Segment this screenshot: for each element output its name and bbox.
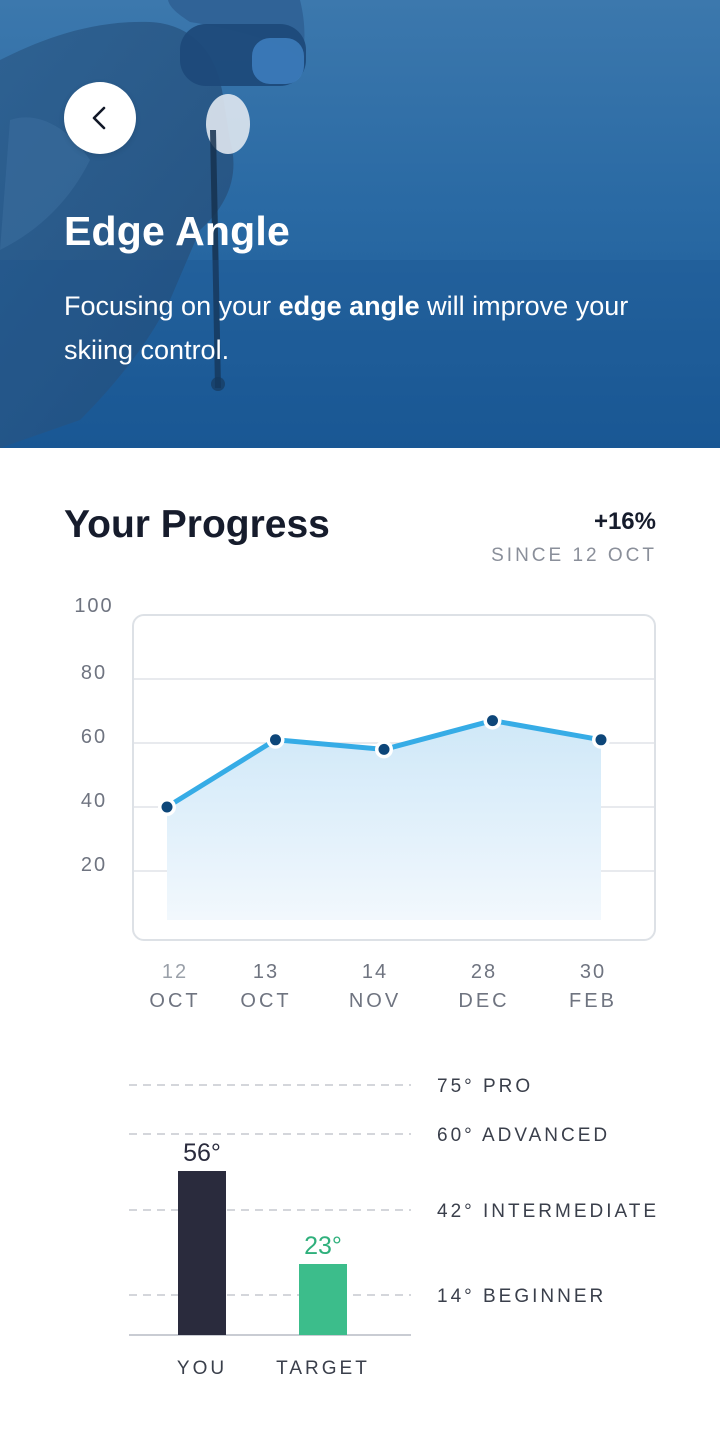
bar-category-label: TARGET: [276, 1358, 370, 1379]
level-label: 14° BEGINNER: [437, 1286, 606, 1307]
y-tick-label: 100: [74, 595, 113, 617]
target-bar: [299, 1264, 347, 1335]
progress-line-chart: 100 80 60 40 20 12 OCT 13 OCT 14 NOV 28 DEC 30 FEB: [74, 595, 656, 1012]
page-title: Edge Angle: [64, 208, 290, 254]
page-description: Focusing on your edge angle will improve…: [64, 284, 664, 372]
y-tick-label: 60: [81, 726, 107, 748]
chart-point: [378, 743, 390, 755]
edge-angle-bar-chart: 75° PRO 60° ADVANCED 42° INTERMEDIATE 14° B…: [129, 1076, 659, 1379]
x-tick-label: 13: [253, 961, 279, 983]
x-tick-label: OCT: [149, 990, 200, 1012]
progress-title: Your Progress: [64, 503, 330, 546]
bar-value-label: 56°: [183, 1139, 221, 1167]
you-bar: [178, 1171, 226, 1335]
y-tick-label: 80: [81, 662, 107, 684]
level-label: 60° ADVANCED: [437, 1125, 610, 1146]
description-text: Focusing on your: [64, 291, 279, 321]
hero-header: Edge Angle Focusing on your edge angle w…: [0, 0, 720, 448]
x-tick-label: NOV: [349, 990, 401, 1012]
y-tick-label: 40: [81, 790, 107, 812]
level-label: 75° PRO: [437, 1076, 533, 1097]
x-tick-label: 28: [471, 961, 497, 983]
back-button[interactable]: [64, 82, 136, 154]
x-tick-label: FEB: [569, 990, 617, 1012]
chart-point: [270, 734, 281, 746]
y-tick-label: 20: [81, 854, 107, 876]
progress-delta: +16%: [593, 508, 656, 535]
progress-since-label: SINCE 12 OCT: [491, 545, 657, 566]
x-tick-label: DEC: [458, 990, 509, 1012]
description-highlight: edge angle: [278, 291, 420, 321]
x-tick-label: OCT: [240, 990, 291, 1012]
level-label: 42° INTERMEDIATE: [437, 1201, 659, 1222]
chart-point: [595, 734, 607, 746]
chart-point: [161, 801, 173, 813]
chevron-left-icon: [92, 106, 106, 130]
x-tick-label: 30: [580, 961, 606, 983]
x-tick-label: 12: [162, 961, 188, 983]
bar-value-label: 23°: [304, 1232, 342, 1260]
chart-point: [487, 715, 498, 727]
x-tick-label: 14: [362, 961, 388, 983]
bar-category-label: YOU: [177, 1358, 227, 1379]
